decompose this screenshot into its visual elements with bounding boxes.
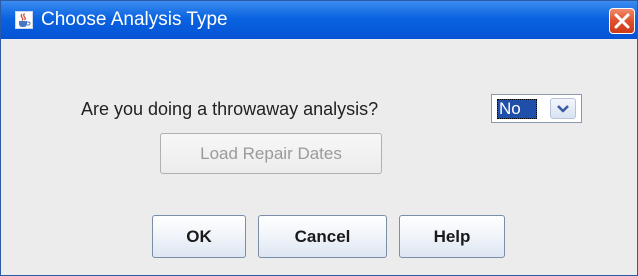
ok-button[interactable]: OK — [152, 215, 246, 258]
cancel-button[interactable]: Cancel — [258, 215, 387, 258]
chevron-down-icon — [557, 105, 569, 113]
load-repair-dates-button[interactable]: Load Repair Dates — [160, 133, 382, 174]
help-button[interactable]: Help — [399, 215, 505, 258]
close-icon — [614, 13, 630, 29]
dropdown-arrow-button[interactable] — [550, 98, 576, 119]
close-button[interactable] — [609, 8, 635, 34]
throwaway-selected-value[interactable]: No — [497, 99, 537, 119]
dialog-window: Choose Analysis Type Are you doing a thr… — [0, 0, 638, 276]
throwaway-select[interactable]: No — [491, 94, 582, 123]
throwaway-question-label: Are you doing a throwaway analysis? — [81, 99, 379, 119]
title-bar[interactable]: Choose Analysis Type — [1, 1, 637, 39]
dialog-content: Are you doing a throwaway analysis? No L… — [1, 39, 637, 275]
window-title: Choose Analysis Type — [41, 9, 228, 30]
java-cup-icon — [15, 11, 33, 29]
